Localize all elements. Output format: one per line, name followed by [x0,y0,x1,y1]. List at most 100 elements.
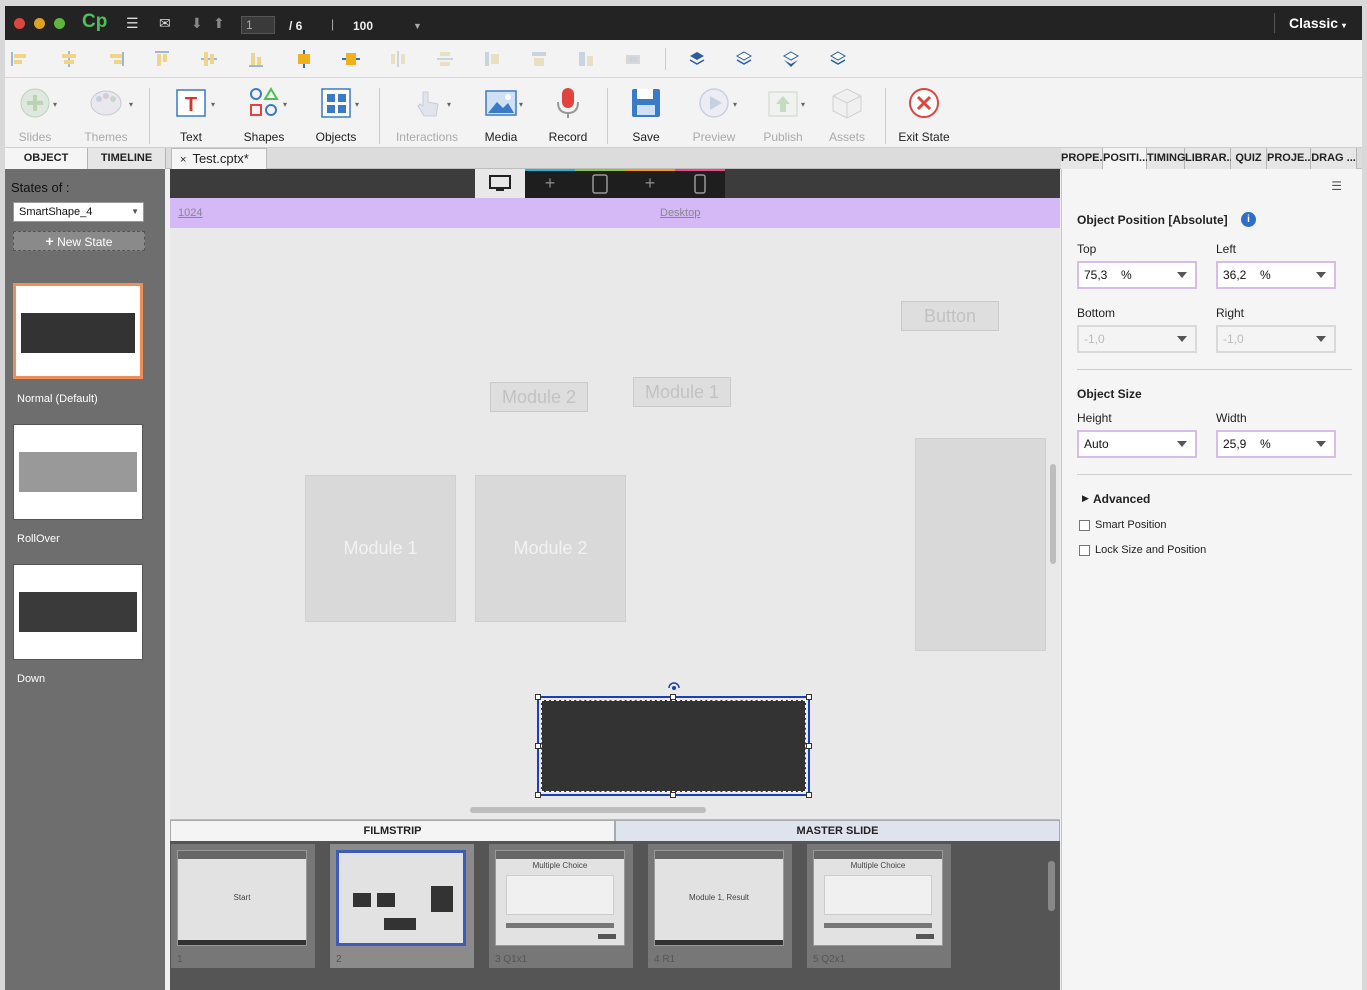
state-thumbnail-down[interactable] [13,564,143,660]
chevron-down-icon[interactable] [1177,441,1187,447]
tab-project[interactable]: PROJE... [1267,148,1313,169]
ghost-module1-small[interactable]: Module 1 [633,377,731,407]
filmstrip-slide[interactable]: Multiple Choice 3 Q1x1 [489,844,633,968]
publish-button[interactable]: ▾ Publish [755,78,811,148]
tab-timing[interactable]: TIMING [1147,148,1186,169]
close-window-button[interactable] [14,18,25,29]
filmstrip-slide[interactable]: Multiple Choice 5 Q2x1 [807,844,951,968]
maximize-window-button[interactable] [54,18,65,29]
workspace-switcher[interactable]: Classic ▾ [1289,15,1346,31]
tab-filmstrip[interactable]: FILMSTRIP [170,820,615,842]
interactions-button[interactable]: ▾ Interactions [393,78,461,148]
chevron-down-icon[interactable] [1177,272,1187,278]
chevron-down-icon[interactable] [1316,272,1326,278]
state-thumbnail-rollover[interactable] [13,424,143,520]
mail-icon[interactable]: ✉ [159,15,171,32]
tab-position[interactable]: POSITI... [1103,148,1148,169]
shapes-button[interactable]: ▾ Shapes [235,78,293,148]
send-backward-icon[interactable] [782,50,800,68]
same-width-icon[interactable] [483,50,501,68]
bottom-field[interactable]: -1,0 [1077,325,1197,353]
resize-handle[interactable] [670,792,676,798]
text-button[interactable]: T ▾ Text [163,78,219,148]
slides-button[interactable]: ▾ Slides [7,78,63,148]
zoom-dropdown-icon[interactable]: ▼ [413,21,422,31]
chevron-down-icon[interactable] [1316,336,1326,342]
resize-handle[interactable] [535,792,541,798]
ghost-module1-card[interactable]: Module 1 [305,475,456,622]
tab-master-slide[interactable]: MASTER SLIDE [615,820,1060,842]
assets-button[interactable]: Assets [823,78,871,148]
ghost-button[interactable]: Button [901,301,999,331]
breakpoint-width[interactable]: 1024 [178,207,202,219]
ghost-module2-card[interactable]: Module 2 [475,475,626,622]
media-button[interactable]: ▾ Media [473,78,529,148]
resize-handle[interactable] [806,792,812,798]
zoom-level[interactable]: 100 [353,19,373,33]
send-to-back-icon[interactable] [829,50,847,68]
smart-position-checkbox[interactable] [1079,520,1090,531]
align-bottom-icon[interactable] [247,50,265,68]
exit-state-button[interactable]: Exit State [895,78,953,148]
add-breakpoint-button[interactable]: + [625,169,675,198]
width-field[interactable]: 25,9% [1216,430,1336,458]
right-field[interactable]: -1,0 [1216,325,1336,353]
info-icon[interactable]: i [1241,212,1256,227]
distribute-horizontal-icon[interactable] [389,50,407,68]
add-breakpoint-button[interactable]: + [525,169,575,198]
align-left-icon[interactable] [10,50,28,68]
themes-button[interactable]: ▾ Themes [75,78,137,148]
desktop-device-button[interactable] [475,169,525,198]
document-tab[interactable]: × Test.cptx* [171,148,267,169]
center-horizontal-icon[interactable] [295,50,313,68]
same-height-icon[interactable] [530,50,548,68]
state-thumbnail-normal[interactable] [13,283,143,379]
align-top-icon[interactable] [153,50,171,68]
minimize-window-button[interactable] [34,18,45,29]
ghost-module2-small[interactable]: Module 2 [490,382,588,412]
page-number-input[interactable]: 1 [241,16,275,34]
arrow-down-icon[interactable]: ⬇ [191,15,203,32]
chevron-down-icon[interactable] [1177,336,1187,342]
tablet-device-button[interactable] [575,169,625,198]
align-middle-icon[interactable] [200,50,218,68]
height-field[interactable]: Auto [1077,430,1197,458]
arrow-up-icon[interactable]: ⬆ [213,15,225,32]
filmstrip-slide-selected[interactable]: 2 [330,844,474,968]
advanced-section[interactable]: Advanced [1093,492,1150,506]
left-field[interactable]: 36,2% [1216,261,1336,289]
rotate-handle-icon[interactable] [666,680,682,694]
filmstrip-slide[interactable]: Module 1, Result 4 R1 [648,844,792,968]
objects-button[interactable]: ▾ Objects [307,78,365,148]
new-state-button[interactable]: + New State [13,231,145,251]
slide-canvas[interactable]: Button Module 2 Module 1 Module 1 Module… [170,228,1046,804]
tab-library[interactable]: LIBRAR... [1185,148,1236,169]
record-button[interactable]: Record [541,78,595,148]
object-select[interactable]: SmartShape_4 ▼ [13,202,144,222]
center-vertical-icon[interactable] [342,50,360,68]
bring-forward-icon[interactable] [735,50,753,68]
tab-properties[interactable]: PROPE... [1061,148,1109,169]
distribute-vertical-icon[interactable] [436,50,454,68]
resize-icon[interactable] [624,50,642,68]
resize-handle[interactable] [806,743,812,749]
preview-button[interactable]: ▾ Preview [685,78,743,148]
bring-to-front-icon[interactable] [688,50,706,68]
tab-timeline[interactable]: TIMELINE [88,148,166,169]
align-right-icon[interactable] [107,50,125,68]
mobile-device-button[interactable] [675,169,725,198]
panel-menu-icon[interactable]: ☰ [1331,179,1342,193]
align-center-icon[interactable] [60,50,78,68]
save-button[interactable]: Save [619,78,673,148]
same-size-icon[interactable] [577,50,595,68]
close-tab-icon[interactable]: × [180,154,186,166]
ghost-side-panel[interactable] [915,438,1046,651]
expand-triangle-icon[interactable]: ▶ [1082,493,1089,504]
selected-smartshape[interactable] [535,694,812,798]
filmstrip-scrollbar[interactable] [1048,861,1055,911]
resize-handle[interactable] [535,743,541,749]
resize-handle[interactable] [806,694,812,700]
lock-size-checkbox[interactable] [1079,545,1090,556]
vertical-scrollbar[interactable] [1050,464,1056,564]
chevron-down-icon[interactable] [1316,441,1326,447]
